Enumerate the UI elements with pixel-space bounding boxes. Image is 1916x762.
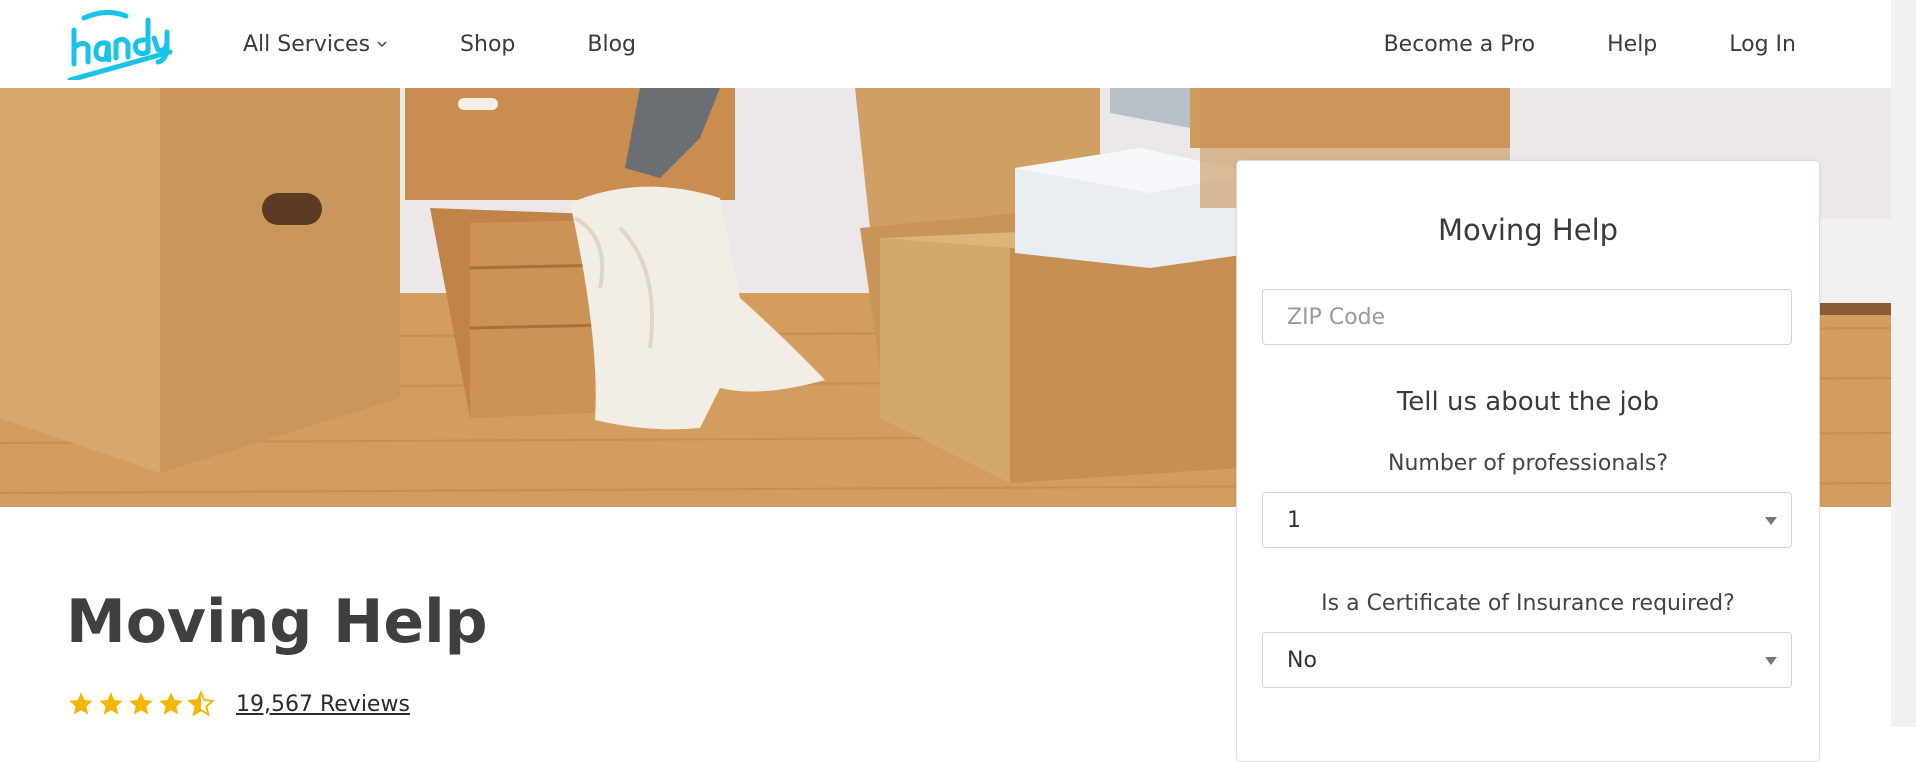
caret-down-icon — [1765, 657, 1777, 665]
page-title: Moving Help — [66, 587, 488, 657]
scrollbar[interactable] — [1891, 0, 1916, 727]
nav-log-in[interactable]: Log In — [1729, 32, 1796, 57]
booking-form-card: Moving Help Tell us about the job Number… — [1236, 160, 1820, 762]
insurance-select[interactable]: No — [1262, 632, 1792, 688]
star-icon — [99, 692, 123, 715]
chevron-down-icon — [377, 41, 387, 48]
nav-become-a-pro[interactable]: Become a Pro — [1384, 32, 1536, 57]
secondary-nav: Become a Pro Help Log In — [1312, 0, 1796, 88]
nav-all-services-label: All Services — [243, 31, 371, 57]
professionals-select-value: 1 — [1287, 507, 1301, 533]
primary-nav: All Services Shop Blog — [243, 0, 708, 88]
site-header: All Services Shop Blog Become a Pro Help… — [0, 0, 1891, 88]
star-icon — [69, 692, 93, 715]
insurance-label: Is a Certificate of Insurance required? — [1321, 591, 1735, 616]
job-section-title: Tell us about the job — [1396, 387, 1660, 417]
reviews-link[interactable]: 19,567 Reviews — [236, 692, 410, 717]
star-icon — [129, 692, 153, 715]
half-star-icon — [187, 690, 215, 717]
star-icon — [159, 692, 183, 715]
nav-help[interactable]: Help — [1607, 32, 1657, 57]
rating-summary: 19,567 Reviews — [66, 690, 410, 718]
caret-down-icon — [1765, 517, 1777, 525]
star-rating — [66, 690, 216, 718]
form-title: Moving Help — [1437, 213, 1619, 247]
nav-shop[interactable]: Shop — [460, 32, 515, 57]
zip-code-input[interactable] — [1262, 289, 1792, 345]
nav-blog[interactable]: Blog — [587, 32, 636, 57]
insurance-select-value: No — [1287, 647, 1317, 673]
handy-logo[interactable] — [66, 10, 172, 80]
nav-all-services[interactable]: All Services — [243, 32, 388, 57]
professionals-label: Number of professionals? — [1387, 451, 1668, 476]
professionals-select[interactable]: 1 — [1262, 492, 1792, 548]
